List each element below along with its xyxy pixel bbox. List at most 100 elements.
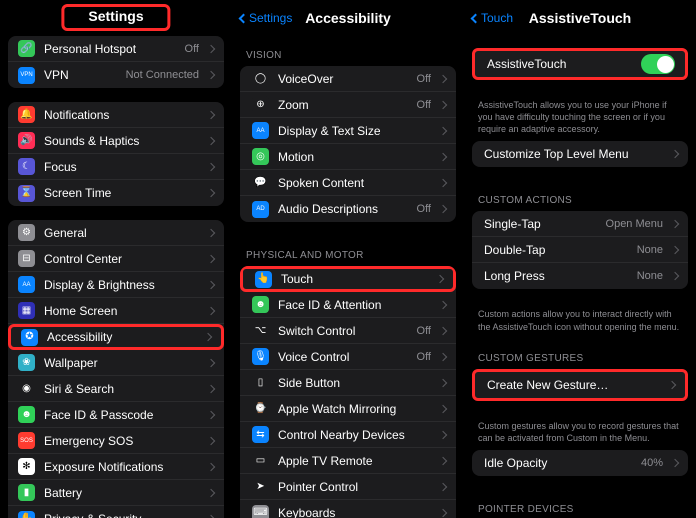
row-emergency-sos[interactable]: SOS Emergency SOS xyxy=(8,428,224,454)
row-pointer-control[interactable]: ➤Pointer Control xyxy=(240,474,456,500)
row-general[interactable]: ⚙General xyxy=(8,220,224,246)
touch-icon: 👆 xyxy=(255,271,272,288)
emergency-sos-icon: SOS xyxy=(18,432,35,449)
row-value: Off xyxy=(185,43,199,55)
back-button[interactable]: Settings xyxy=(240,0,292,36)
row-display-text-size[interactable]: AADisplay & Text Size xyxy=(240,118,456,144)
control-nearby-devices-icon: ⇆ xyxy=(252,426,269,443)
row-create-gesture[interactable]: Create New Gesture… xyxy=(475,372,685,398)
chevron-right-icon xyxy=(207,384,215,392)
group-custom-actions: Single-TapOpen MenuDouble-TapNoneLong Pr… xyxy=(472,211,688,289)
row-label: Keyboards xyxy=(278,506,431,518)
section-header-gestures: Custom Gestures xyxy=(464,339,696,369)
row-value: None xyxy=(637,270,663,282)
row-voice-control[interactable]: 🎙Voice ControlOff xyxy=(240,344,456,370)
group-idle-opacity: Idle Opacity 40% xyxy=(472,450,688,476)
row-spoken-content[interactable]: 💬Spoken Content xyxy=(240,170,456,196)
row-zoom[interactable]: ⊕ZoomOff xyxy=(240,92,456,118)
row-screen-time[interactable]: ⌛Screen Time xyxy=(8,180,224,206)
row-label: Wallpaper xyxy=(44,356,199,370)
assistivetouch-list[interactable]: AssistiveTouch AssistiveTouch allows you… xyxy=(464,36,696,518)
row-voiceover[interactable]: ◯VoiceOverOff xyxy=(240,66,456,92)
row-privacy-security[interactable]: ✋Privacy & Security xyxy=(8,506,224,518)
row-battery[interactable]: ▮Battery xyxy=(8,480,224,506)
row-wallpaper[interactable]: ❀ Wallpaper xyxy=(8,350,224,376)
row-face-id-attention[interactable]: ☻Face ID & Attention xyxy=(240,292,456,318)
settings-list[interactable]: 🔗Personal HotspotOffVPNVPNNot Connected … xyxy=(0,36,232,518)
chevron-right-icon xyxy=(439,404,447,412)
row-long-press[interactable]: Long Press None xyxy=(472,263,688,289)
row-control-nearby-devices[interactable]: ⇆ Control Nearby Devices xyxy=(240,422,456,448)
row-assistivetouch-toggle[interactable]: AssistiveTouch xyxy=(475,51,685,77)
motion-icon: ◎ xyxy=(252,148,269,165)
row-label: Customize Top Level Menu xyxy=(484,147,663,161)
row-label: Create New Gesture… xyxy=(487,378,660,392)
chevron-right-icon xyxy=(439,509,447,517)
row-value: Off xyxy=(417,203,431,215)
row-label: Control Nearby Devices xyxy=(278,428,431,442)
footer-actions: Custom actions allow you to interact dir… xyxy=(464,303,696,338)
sounds-haptics-icon: 🔊 xyxy=(18,132,35,149)
row-label: Focus xyxy=(44,160,199,174)
back-button[interactable]: Touch xyxy=(472,0,513,36)
row-single-tap[interactable]: Single-TapOpen Menu xyxy=(472,211,688,237)
footer-main: AssistiveTouch allows you to use your iP… xyxy=(464,94,696,141)
row-motion[interactable]: ◎ Motion xyxy=(240,144,456,170)
chevron-right-icon xyxy=(439,152,447,160)
row-idle-opacity[interactable]: Idle Opacity 40% xyxy=(472,450,688,476)
row-accessibility[interactable]: ✪Accessibility xyxy=(8,324,224,350)
row-double-tap[interactable]: Double-TapNone xyxy=(472,237,688,263)
wallpaper-icon: ❀ xyxy=(18,354,35,371)
row-home-screen[interactable]: ▦Home Screen xyxy=(8,298,224,324)
row-face-id-passcode[interactable]: ☻Face ID & Passcode xyxy=(8,402,224,428)
battery-icon: ▮ xyxy=(18,484,35,501)
row-audio-descriptions[interactable]: ADAudio DescriptionsOff xyxy=(240,196,456,222)
row-focus[interactable]: ☾Focus xyxy=(8,154,224,180)
chevron-right-icon xyxy=(207,162,215,170)
display-text-size-icon: AA xyxy=(252,122,269,139)
row-apple-watch-mirroring[interactable]: ⌚Apple Watch Mirroring xyxy=(240,396,456,422)
row-value: Open Menu xyxy=(606,218,663,230)
row-control-center[interactable]: ⊟Control Center xyxy=(8,246,224,272)
row-label: Siri & Search xyxy=(44,382,199,396)
row-display-brightness[interactable]: AADisplay & Brightness xyxy=(8,272,224,298)
accessibility-list[interactable]: Vision ◯VoiceOverOff⊕ZoomOffAADisplay & … xyxy=(232,36,464,518)
nav-title: Accessibility xyxy=(305,10,391,26)
row-label: Touch xyxy=(281,272,428,286)
row-apple-tv-remote[interactable]: ▭Apple TV Remote xyxy=(240,448,456,474)
chevron-right-icon xyxy=(439,326,447,334)
pointer-control-icon: ➤ xyxy=(252,478,269,495)
row-label: Personal Hotspot xyxy=(44,42,176,56)
row-label: VPN xyxy=(44,68,117,82)
row-keyboards[interactable]: ⌨Keyboards xyxy=(240,500,456,518)
chevron-right-icon xyxy=(671,220,679,228)
row-vpn[interactable]: VPNVPNNot Connected xyxy=(8,62,224,88)
chevron-right-icon xyxy=(207,280,215,288)
row-value: Off xyxy=(417,351,431,363)
row-side-button[interactable]: ▯Side Button xyxy=(240,370,456,396)
nav-bar: Settings xyxy=(0,0,232,36)
toggle-switch[interactable] xyxy=(641,54,675,74)
row-label: Emergency SOS xyxy=(44,434,199,448)
row-touch[interactable]: 👆 Touch xyxy=(240,266,456,292)
row-label: Voice Control xyxy=(278,350,408,364)
row-sounds-haptics[interactable]: 🔊Sounds & Haptics xyxy=(8,128,224,154)
chevron-right-icon xyxy=(439,352,447,360)
chevron-right-icon xyxy=(439,482,447,490)
back-label: Touch xyxy=(481,11,513,25)
row-notifications[interactable]: 🔔Notifications xyxy=(8,102,224,128)
row-customize-menu[interactable]: Customize Top Level Menu xyxy=(472,141,688,167)
chevron-right-icon xyxy=(207,189,215,197)
footer-gestures: Custom gestures allow you to record gest… xyxy=(464,415,696,450)
row-personal-hotspot[interactable]: 🔗Personal HotspotOff xyxy=(8,36,224,62)
row-exposure-notifications[interactable]: ✻Exposure Notifications xyxy=(8,454,224,480)
row-value: None xyxy=(637,244,663,256)
privacy-security-icon: ✋ xyxy=(18,511,35,518)
chevron-right-icon xyxy=(207,436,215,444)
row-label: Long Press xyxy=(484,269,628,283)
chevron-right-icon xyxy=(207,254,215,262)
row-siri-search[interactable]: ◉Siri & Search xyxy=(8,376,224,402)
chevron-right-icon xyxy=(207,488,215,496)
row-switch-control[interactable]: ⌥Switch ControlOff xyxy=(240,318,456,344)
row-label: Motion xyxy=(278,150,431,164)
